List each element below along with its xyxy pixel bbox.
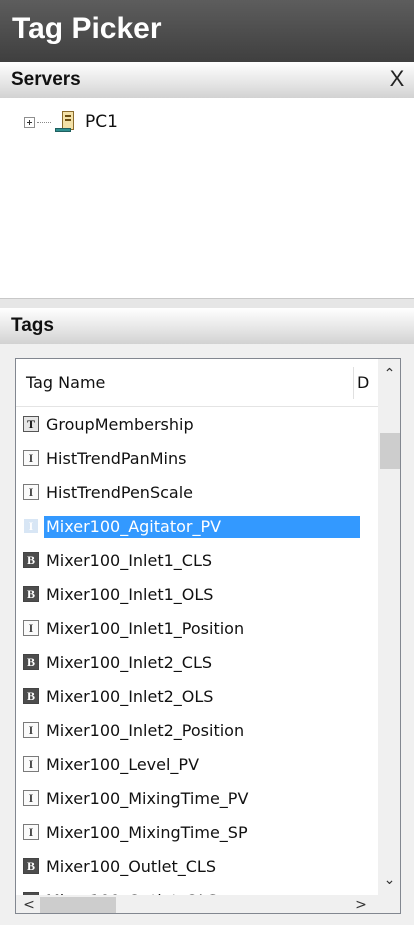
expand-icon[interactable] (24, 116, 35, 128)
tag-row[interactable]: B Mixer100_Inlet2_CLS (16, 645, 378, 679)
tree-node-pc1[interactable]: PC1 (24, 110, 118, 134)
discrete-tag-icon: B (23, 586, 39, 602)
analog-tag-icon: I (23, 790, 39, 806)
tag-row[interactable]: B Mixer100_Inlet2_OLS (16, 679, 378, 713)
tag-row[interactable]: BMixer100_Outlet_OLS (16, 883, 378, 895)
horizontal-scrollbar[interactable]: < > (16, 895, 378, 913)
discrete-tag-icon: B (23, 688, 39, 704)
analog-tag-icon: I (23, 824, 39, 840)
tag-rows: T GroupMembership I HistTrendPanMins I HistTr… (16, 407, 378, 895)
tag-row[interactable]: B Mixer100_Inlet1_CLS (16, 543, 378, 577)
window-title: Tag Picker (12, 12, 162, 45)
text-tag-icon: T (23, 416, 39, 432)
tag-name: HistTrendPanMins (46, 449, 187, 468)
tag-row[interactable]: I Mixer100_Agitator_PV (16, 509, 378, 543)
tag-row[interactable]: I Mixer100_MixingTime_SP (16, 815, 378, 849)
scrollbar-corner (378, 895, 400, 913)
servers-header-label: Servers (11, 69, 81, 90)
scroll-up-icon[interactable]: ⌃ (378, 363, 400, 385)
analog-tag-icon: I (23, 756, 39, 772)
tag-name: Mixer100_Inlet2_Position (46, 721, 245, 740)
discrete-tag-icon: B (23, 654, 39, 670)
tag-row[interactable]: I Mixer100_Inlet2_Position (16, 713, 378, 747)
tag-row[interactable]: I Mixer100_Inlet1_Position (16, 611, 378, 645)
tag-row[interactable]: B Mixer100_Outlet_CLS (16, 849, 378, 883)
analog-tag-icon: I (23, 450, 39, 466)
title-bar: Tag Picker (0, 0, 414, 62)
tag-name: Mixer100_Level_PV (46, 755, 200, 774)
vertical-scrollbar[interactable]: ⌃ ⌄ (378, 359, 400, 895)
discrete-tag-icon: B (23, 858, 39, 874)
servers-tree: PC1 (0, 98, 414, 298)
tag-row[interactable]: I Mixer100_Level_PV (16, 747, 378, 781)
tag-name: Mixer100_Inlet1_OLS (46, 585, 214, 604)
tag-name: Mixer100_Inlet2_CLS (46, 653, 213, 672)
tag-list: Tag Name D T GroupMembership I HistTrendPan… (15, 358, 401, 914)
tag-name: Mixer100_Inlet1_CLS (46, 551, 213, 570)
scroll-down-icon[interactable]: ⌄ (378, 869, 400, 891)
tag-row[interactable]: T GroupMembership (16, 407, 378, 441)
tag-row[interactable]: I HistTrendPanMins (16, 441, 378, 475)
scroll-right-icon[interactable]: > (350, 895, 372, 913)
discrete-tag-icon: B (23, 552, 39, 568)
tree-connector (37, 121, 51, 123)
tags-pane: Tag Name D T GroupMembership I HistTrendPan… (0, 344, 414, 925)
analog-tag-icon: I (23, 620, 39, 636)
tag-row[interactable]: I HistTrendPenScale (16, 475, 378, 509)
horizontal-scroll-thumb[interactable] (40, 897, 116, 913)
servers-header: Servers X (0, 62, 414, 98)
vertical-scroll-thumb[interactable] (380, 433, 400, 469)
tag-name: Mixer100_Inlet1_Position (46, 619, 245, 638)
close-button[interactable]: X (386, 65, 408, 93)
analog-tag-icon: I (23, 484, 39, 500)
tree-node-label[interactable]: PC1 (85, 112, 118, 132)
column-header: Tag Name D (16, 359, 378, 407)
column-header-tag-name[interactable]: Tag Name (26, 373, 105, 392)
tags-header: Tags (0, 308, 414, 344)
pane-splitter[interactable] (0, 298, 414, 308)
tag-name: Mixer100_Outlet_CLS (46, 857, 216, 876)
tag-name: GroupMembership (46, 415, 194, 434)
tag-row[interactable]: B Mixer100_Inlet1_OLS (16, 577, 378, 611)
scroll-left-icon[interactable]: < (18, 895, 40, 913)
tag-name: Mixer100_MixingTime_SP (46, 823, 248, 842)
column-header-description[interactable]: D (357, 373, 378, 392)
column-divider[interactable] (353, 367, 354, 399)
tag-name: Mixer100_MixingTime_PV (46, 789, 249, 808)
tag-name: Mixer100_Inlet2_OLS (46, 687, 214, 706)
tag-row[interactable]: I Mixer100_MixingTime_PV (16, 781, 378, 815)
tags-header-label: Tags (11, 315, 54, 336)
analog-tag-icon: I (23, 518, 39, 534)
tag-name: Mixer100_Agitator_PV (44, 516, 360, 538)
tag-name: HistTrendPenScale (46, 483, 193, 502)
analog-tag-icon: I (23, 722, 39, 738)
server-icon (53, 111, 79, 133)
